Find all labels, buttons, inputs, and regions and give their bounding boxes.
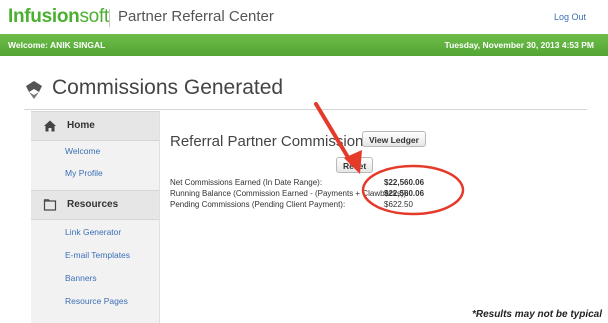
sidebar-item-email-templates[interactable]: E-mail Templates	[65, 250, 130, 260]
reset-button[interactable]: Reset	[336, 157, 374, 173]
house-icon	[44, 120, 56, 132]
welcome-banner: Welcome: ANIK SINGAL Tuesday, November 3…	[0, 34, 608, 56]
logo-text-soft: soft	[79, 6, 109, 27]
app-title: Partner Referral Center	[118, 8, 274, 25]
sidebar-item-welcome[interactable]: Welcome	[65, 146, 100, 156]
page-title: Commissions Generated	[52, 76, 284, 99]
net-commissions-value: $22,560.06	[384, 178, 425, 187]
pending-commissions-value: $622.50	[384, 200, 413, 209]
sidebar-item-resource-pages[interactable]: Resource Pages	[65, 296, 128, 306]
header-divider	[109, 9, 110, 27]
logout-link[interactable]: Log Out	[554, 12, 586, 22]
view-ledger-button[interactable]: View Ledger	[362, 131, 426, 147]
sidebar-heading-resources: Resources	[67, 199, 119, 210]
sidebar-section-resources[interactable]: Resources	[31, 190, 159, 220]
sidebar-section-home[interactable]: Home	[31, 111, 159, 141]
main-content: Referral Partner Commissions View Ledger…	[168, 111, 588, 323]
sidebar-item-link-generator[interactable]: Link Generator	[65, 227, 121, 237]
top-header: Infusionsoft Partner Referral Center Log…	[0, 0, 608, 34]
date-time: Tuesday, November 30, 2013 4:53 PM	[444, 40, 594, 50]
infusionsoft-logo[interactable]: Infusionsoft	[8, 6, 109, 28]
sidebar-item-banners[interactable]: Banners	[65, 273, 97, 283]
pending-commissions-label: Pending Commissions (Pending Client Paym…	[170, 200, 346, 209]
running-balance-value: $22,560.06	[384, 189, 425, 198]
results-disclaimer: *Results may not be typical	[471, 309, 602, 320]
title-divider	[24, 109, 587, 110]
sidebar: Home Welcome My Profile Resources Link G…	[31, 111, 160, 323]
welcome-text: Welcome: ANIK SINGAL	[8, 40, 106, 50]
folder-icon	[43, 199, 57, 211]
logo-text-infusion: Infusion	[8, 6, 80, 27]
section-title: Referral Partner Commissions	[170, 133, 371, 150]
sidebar-item-my-profile[interactable]: My Profile	[65, 168, 103, 178]
handshake-icon	[26, 81, 42, 99]
running-balance-label: Running Balance (Commission Earned - (Pa…	[170, 189, 409, 198]
sidebar-heading-home: Home	[67, 120, 95, 131]
net-commissions-label: Net Commissions Earned (In Date Range):	[170, 178, 323, 187]
